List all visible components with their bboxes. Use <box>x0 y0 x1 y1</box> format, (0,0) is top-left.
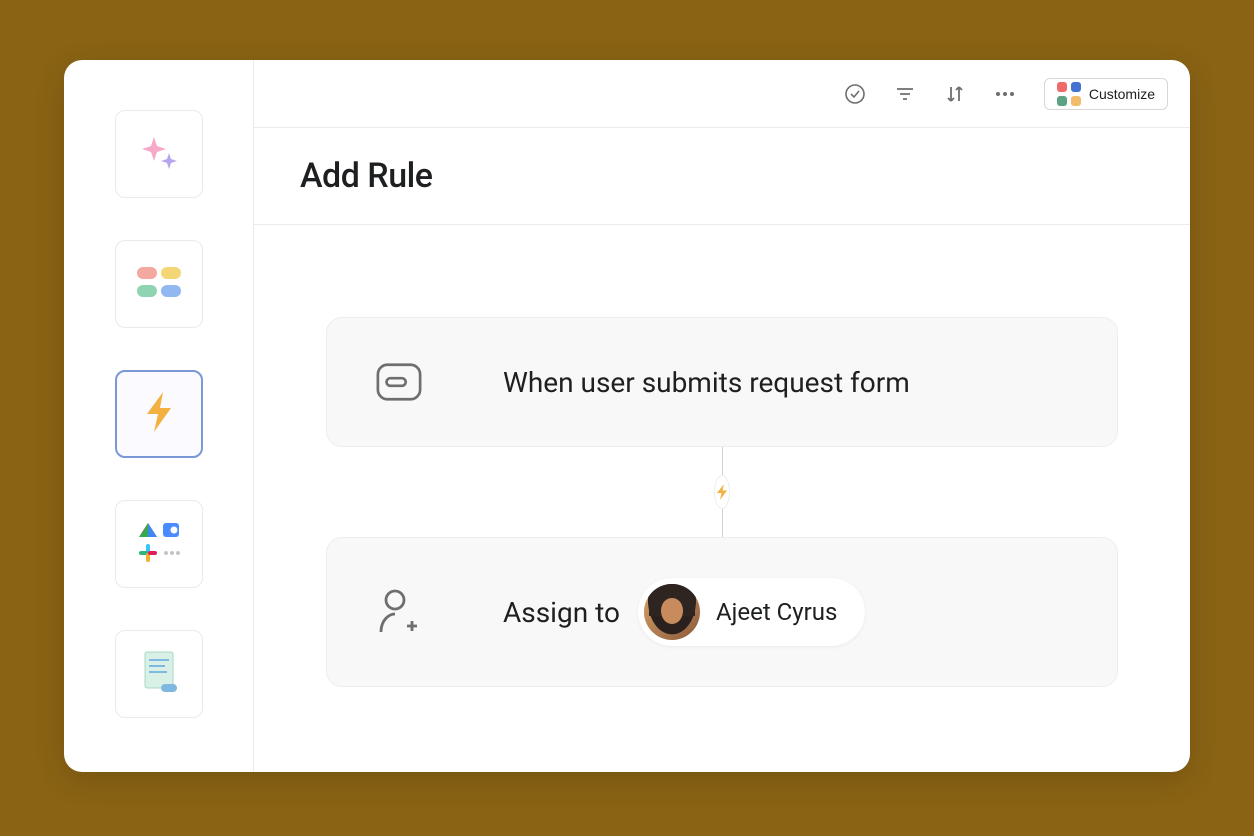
trigger-card[interactable]: When user submits request form <box>326 317 1118 447</box>
rule-canvas: When user submits request form <box>254 225 1190 772</box>
sidebar-item-integrations[interactable] <box>115 500 203 588</box>
document-icon <box>139 650 179 698</box>
check-circle-icon[interactable] <box>844 83 866 105</box>
app-window: Customize Add Rule When user submits req… <box>64 60 1190 772</box>
sparkle-icon <box>136 129 182 179</box>
sidebar-item-automation[interactable] <box>115 370 203 458</box>
assign-label: Assign to <box>503 596 620 629</box>
sidebar-item-apps-grid[interactable] <box>115 240 203 328</box>
form-icon <box>375 358 423 406</box>
customize-grid-icon <box>1057 82 1081 106</box>
sidebar-item-document[interactable] <box>115 630 203 718</box>
assign-person-icon <box>375 588 423 636</box>
more-icon[interactable] <box>994 83 1016 105</box>
customize-label: Customize <box>1089 86 1155 102</box>
customize-button[interactable]: Customize <box>1044 78 1168 110</box>
sidebar-item-ai-sparkle[interactable] <box>115 110 203 198</box>
integrations-icon <box>135 520 183 568</box>
avatar <box>644 584 700 640</box>
page-header: Add Rule <box>254 128 1190 225</box>
action-card[interactable]: Assign to Ajeet Cyrus <box>326 537 1118 687</box>
page-title: Add Rule <box>300 156 1144 196</box>
connector-lightning-icon <box>714 475 730 509</box>
filter-icon[interactable] <box>894 83 916 105</box>
sidebar <box>64 60 254 772</box>
assignee-pill[interactable]: Ajeet Cyrus <box>638 578 865 646</box>
toolbar: Customize <box>254 60 1190 128</box>
assignee-name: Ajeet Cyrus <box>716 598 837 626</box>
apps-grid-icon <box>135 265 183 303</box>
assign-row: Assign to Ajeet Cyrus <box>503 578 865 646</box>
lightning-icon <box>139 388 179 440</box>
sort-icon[interactable] <box>944 83 966 105</box>
rule-connector <box>721 447 723 537</box>
main-area: Customize Add Rule When user submits req… <box>254 60 1190 772</box>
trigger-text: When user submits request form <box>503 366 910 399</box>
